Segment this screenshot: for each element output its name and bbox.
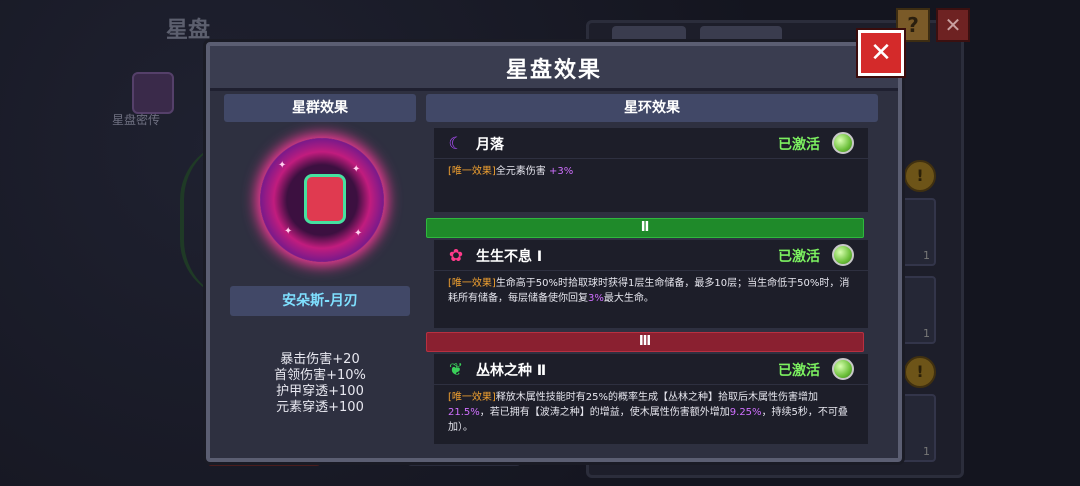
close-button[interactable]: ✕ (858, 30, 904, 76)
constellation-header: 星群效果 (224, 94, 416, 122)
active-orb-icon (832, 358, 854, 380)
effect-status: 已激活 (778, 137, 820, 153)
slot-count: 1 (923, 327, 930, 340)
emblem-core (304, 174, 346, 224)
ring-effect-card: ✿ 生生不息 Ⅰ 已激活 [唯一效果]生命高于50%时拾取球时获得1层生命储备，… (434, 240, 868, 328)
sparkle-icon: ✦ (354, 228, 363, 239)
effect-name: 丛林之种 Ⅱ (476, 363, 547, 379)
effect-description: [唯一效果]生命高于50%时拾取球时获得1层生命储备，最多10层；当生命低于50… (448, 276, 858, 306)
sparkle-icon: ✦ (352, 164, 361, 175)
desc-highlight: 9.25% (729, 407, 762, 418)
background-title: 星盘 (166, 18, 211, 43)
ring-effects-panel: 星环效果 ☾ 月落 已激活 [唯一效果]全元素伤害 +3% Ⅱ ✿ 生生不息 Ⅰ… (426, 94, 878, 444)
ring-effects-header: 星环效果 (426, 94, 878, 122)
sparkle-icon: ✦ (284, 226, 293, 237)
effect-title-row: ✿ 生生不息 Ⅰ 已激活 (434, 240, 868, 271)
effect-description: [唯一效果]全元素伤害 +3% (448, 164, 858, 179)
active-orb-icon (832, 244, 854, 266)
gold-coin-icon: ! (904, 160, 936, 192)
effect-status: 已激活 (778, 249, 820, 265)
effect-status: 已激活 (778, 363, 820, 379)
desc-highlight: +3% (549, 166, 574, 177)
desc-text: 释放木属性技能时有25%的概率生成【丛林之种】拾取后木属性伤害增加 (495, 392, 819, 403)
ring-effect-card: ☾ 月落 已激活 [唯一效果]全元素伤害 +3% (434, 128, 868, 212)
sparkle-icon: ✦ (278, 160, 287, 171)
tier-3-bar: Ⅲ (426, 332, 864, 352)
leaf-icon: ❦ (448, 360, 464, 380)
effect-name: 月落 (476, 137, 504, 153)
star-disc-emblem-icon: ✦ ✦ ✦ ✦ (260, 138, 384, 262)
constellation-set-name: 安朵斯-月刃 (230, 286, 410, 316)
stat-line: 元素穿透+100 (276, 400, 364, 415)
unique-effect-tag: [唯一效果] (448, 166, 496, 177)
dialog-header: 星盘效果 (210, 46, 898, 91)
slot-count: 1 (923, 445, 930, 458)
flower-icon: ✿ (448, 246, 464, 266)
active-orb-icon (832, 132, 854, 154)
unique-effect-tag: [唯一效果] (448, 392, 496, 403)
desc-text: 最大生命。 (603, 293, 654, 304)
desc-highlight: 3% (588, 293, 604, 304)
crescent-moon-icon: ☾ (448, 134, 464, 154)
effect-description: [唯一效果]释放木属性技能时有25%的概率生成【丛林之种】拾取后木属性伤害增加 2… (448, 390, 858, 435)
effect-name: 生生不息 Ⅰ (476, 249, 543, 265)
unique-effect-tag: [唯一效果] (448, 278, 496, 289)
star-chart-secret-icon[interactable] (132, 72, 174, 114)
slot-count: 1 (923, 249, 930, 262)
desc-highlight: 21.5% (448, 407, 480, 418)
dialog-title: 星盘效果 (505, 58, 602, 83)
desc-text: ，若已拥有【波涛之种】的增益，使木属性伤害额外增加 (479, 407, 730, 418)
star-chart-secret-label: 星盘密传 (112, 113, 161, 127)
ring-effect-card: ❦ 丛林之种 Ⅱ 已激活 [唯一效果]释放木属性技能时有25%的概率生成【丛林之… (434, 354, 868, 444)
effect-title-row: ☾ 月落 已激活 (434, 128, 868, 159)
effect-title-row: ❦ 丛林之种 Ⅱ 已激活 (434, 354, 868, 385)
tier-2-bar: Ⅱ (426, 218, 864, 238)
gold-coin-icon: ! (904, 356, 936, 388)
constellation-panel: 星群效果 ✦ ✦ ✦ ✦ 安朵斯-月刃 暴击伤害+20 首领伤害+10% 护甲穿… (224, 94, 416, 442)
star-chart-effect-dialog: 星盘效果 星群效果 ✦ ✦ ✦ ✦ 安朵斯-月刃 暴击伤害+20 首领伤害+10… (206, 42, 902, 462)
desc-text: 全元素伤害 (495, 166, 549, 177)
background-close-button[interactable]: ✕ (936, 8, 970, 42)
